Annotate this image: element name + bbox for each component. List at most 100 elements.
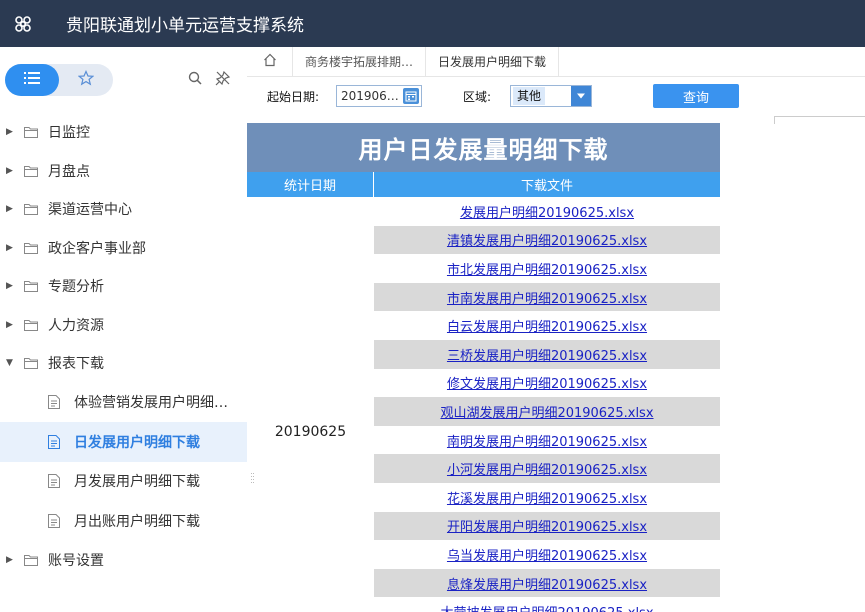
panel-edge — [774, 116, 865, 124]
table-row: 市北发展用户明细20190625.xlsx — [374, 254, 720, 283]
main-content: 商务楼宇拓展排期… 日发展用户明细下载 起始日期: 201906… 区域: 其他… — [247, 47, 865, 612]
sidebar-toolbar — [0, 47, 247, 113]
sidebar-subitem-experience-marketing[interactable]: 体验营销发展用户明细… — [0, 383, 247, 423]
sidebar-item-account-settings[interactable]: ▶ 账号设置 — [0, 541, 247, 580]
folder-icon — [24, 242, 40, 254]
folder-icon — [24, 280, 40, 293]
report-header-row: 统计日期 下载文件 — [247, 172, 720, 197]
sidebar-item-label: 人力资源 — [48, 317, 104, 334]
home-icon — [263, 53, 277, 71]
date-cell: 20190625 — [247, 197, 374, 612]
favorites-button[interactable] — [59, 64, 113, 96]
sidebar-item-label: 报表下载 — [48, 356, 104, 373]
caret-down-icon: ▼ — [6, 358, 13, 369]
file-link[interactable]: 大营坡发展用户明细20190625.xlsx — [440, 602, 653, 612]
folder-icon — [24, 203, 40, 216]
sidebar-subitem-label: 月发展用户明细下载 — [74, 474, 200, 491]
sidebar-item-channel-ops[interactable]: ▶ 渠道运营中心 — [0, 190, 247, 229]
calendar-icon[interactable] — [403, 88, 419, 104]
sidebar-item-label: 账号设置 — [48, 552, 104, 569]
folder-icon — [24, 165, 40, 177]
star-icon — [77, 70, 95, 90]
table-row: 观山湖发展用户明细20190625.xlsx — [374, 397, 720, 426]
table-row: 南明发展用户明细20190625.xlsx — [374, 426, 720, 455]
folder-icon — [24, 126, 40, 139]
table-row: 大营坡发展用户明细20190625.xlsx — [374, 597, 720, 612]
file-link[interactable]: 三桥发展用户明细20190625.xlsx — [447, 345, 647, 364]
chevron-down-icon[interactable] — [571, 86, 591, 106]
caret-right-icon: ▶ — [6, 127, 13, 138]
app-title: 贵阳联通划小单元运营支撑系统 — [66, 16, 304, 36]
table-row: 市南发展用户明细20190625.xlsx — [374, 282, 720, 312]
table-row: 息烽发展用户明细20190625.xlsx — [374, 568, 720, 598]
sidebar-subitem-monthly-billing[interactable]: 月出账用户明细下载 — [0, 501, 247, 541]
caret-right-icon: ▶ — [6, 165, 13, 176]
list-view-button[interactable] — [5, 64, 59, 96]
column-header-date: 统计日期 — [247, 172, 374, 197]
report-body: 20190625 发展用户明细20190625.xlsx 清镇发展用户明细201… — [247, 197, 720, 612]
sidebar-item-label: 政企客户事业部 — [48, 240, 146, 257]
sidebar-item-label: 月盘点 — [48, 163, 90, 180]
table-row: 小河发展用户明细20190625.xlsx — [374, 454, 720, 483]
table-row: 发展用户明细20190625.xlsx — [374, 197, 720, 226]
file-link[interactable]: 修文发展用户明细20190625.xlsx — [447, 373, 647, 392]
file-list: 发展用户明细20190625.xlsx 清镇发展用户明细20190625.xls… — [374, 197, 720, 612]
query-button[interactable]: 查询 — [653, 84, 739, 108]
file-link[interactable]: 南明发展用户明细20190625.xlsx — [447, 431, 647, 450]
sidebar-subitem-label: 月出账用户明细下载 — [74, 513, 200, 530]
table-row: 花溪发展用户明细20190625.xlsx — [374, 483, 720, 512]
list-icon — [24, 71, 40, 89]
report-title: 用户日发展量明细下载 — [247, 123, 720, 172]
caret-right-icon: ▶ — [6, 554, 13, 565]
file-link[interactable]: 市北发展用户明细20190625.xlsx — [447, 259, 647, 278]
file-link[interactable]: 发展用户明细20190625.xlsx — [460, 202, 634, 221]
document-icon — [48, 513, 62, 528]
file-link[interactable]: 花溪发展用户明细20190625.xlsx — [447, 488, 647, 507]
folder-icon — [24, 554, 40, 566]
file-link[interactable]: 白云发展用户明细20190625.xlsx — [447, 316, 647, 335]
caret-right-icon: ▶ — [6, 204, 13, 215]
document-icon — [48, 474, 62, 489]
caret-right-icon: ▶ — [6, 242, 13, 253]
sidebar-item-monthly-check[interactable]: ▶ 月盘点 — [0, 152, 247, 191]
sidebar: ▶ 日监控 ▶ 月盘点 ▶ 渠道运营中心 ▶ 政企客户事业部 ▶ 专题分析 ▶ … — [0, 47, 247, 612]
document-icon — [48, 395, 62, 410]
sidebar-item-report-download[interactable]: ▼ 报表下载 — [0, 344, 247, 383]
file-link[interactable]: 息烽发展用户明细20190625.xlsx — [447, 574, 647, 593]
tab-business-building[interactable]: 商务楼宇拓展排期… — [293, 47, 427, 76]
file-link[interactable]: 开阳发展用户明细20190625.xlsx — [447, 516, 647, 535]
sidebar-item-label: 日监控 — [48, 125, 90, 142]
sidebar-subitem-daily-users[interactable]: 日发展用户明细下载 — [0, 422, 247, 462]
file-link[interactable]: 市南发展用户明细20190625.xlsx — [447, 288, 647, 307]
sidebar-item-label: 渠道运营中心 — [48, 202, 132, 219]
sidebar-item-enterprise[interactable]: ▶ 政企客户事业部 — [0, 229, 247, 268]
file-link[interactable]: 清镇发展用户明细20190625.xlsx — [447, 230, 647, 249]
table-row: 清镇发展用户明细20190625.xlsx — [374, 225, 720, 255]
sidebar-subitem-monthly-users[interactable]: 月发展用户明细下载 — [0, 462, 247, 502]
region-select[interactable]: 其他 — [510, 85, 592, 107]
folder-icon — [24, 357, 40, 370]
sidebar-item-topic-analysis[interactable]: ▶ 专题分析 — [0, 267, 247, 306]
table-row: 开阳发展用户明细20190625.xlsx — [374, 511, 720, 541]
sidebar-subitem-label: 日发展用户明细下载 — [74, 434, 200, 451]
table-row: 白云发展用户明细20190625.xlsx — [374, 311, 720, 340]
sidebar-item-hr[interactable]: ▶ 人力资源 — [0, 306, 247, 345]
tab-daily-users-download[interactable]: 日发展用户明细下载 — [426, 47, 560, 76]
sidebar-item-label: 专题分析 — [48, 279, 104, 296]
caret-right-icon: ▶ — [6, 281, 13, 292]
top-bar: 贵阳联通划小单元运营支撑系统 — [0, 0, 865, 47]
file-link[interactable]: 乌当发展用户明细20190625.xlsx — [447, 545, 647, 564]
unicom-knot-icon — [0, 0, 46, 47]
region-selected-value: 其他 — [513, 87, 546, 105]
start-date-input[interactable]: 201906… — [336, 85, 422, 107]
filter-bar: 起始日期: 201906… 区域: 其他 查询 — [247, 77, 865, 113]
file-link[interactable]: 观山湖发展用户明细20190625.xlsx — [440, 402, 653, 421]
sidebar-item-daily-monitor[interactable]: ▶ 日监控 — [0, 113, 247, 152]
file-link[interactable]: 小河发展用户明细20190625.xlsx — [447, 459, 647, 478]
folder-icon — [24, 319, 40, 331]
search-icon[interactable] — [186, 69, 204, 87]
document-icon — [48, 434, 62, 449]
pin-off-icon[interactable] — [214, 69, 232, 87]
tab-home[interactable] — [247, 47, 293, 76]
report-date: 20190625 — [274, 424, 347, 440]
